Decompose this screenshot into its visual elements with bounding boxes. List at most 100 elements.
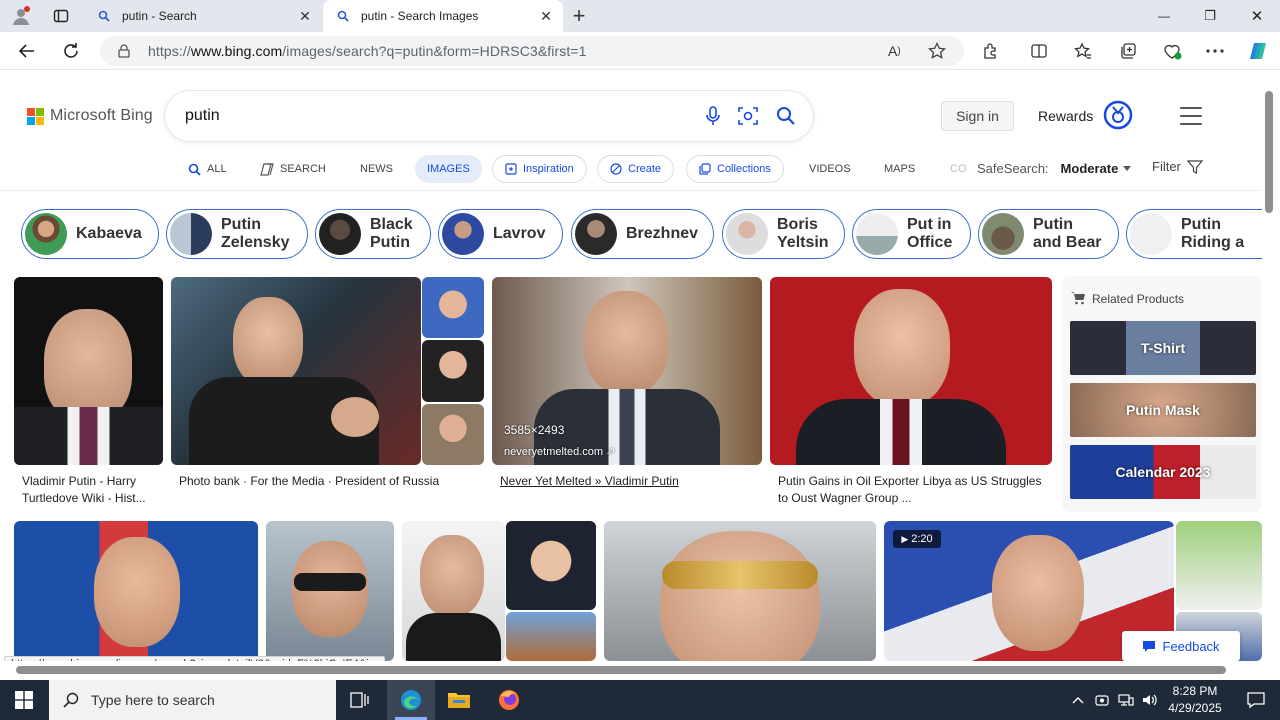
scope-more[interactable]: CO — [950, 155, 966, 183]
image-caption[interactable]: Photo bank · For the Media · President o… — [179, 473, 479, 490]
scope-maps[interactable]: MAPS — [884, 155, 915, 183]
taskbar-clock[interactable]: 8:28 PM 4/29/2025 — [1160, 683, 1230, 717]
image-result[interactable] — [422, 277, 484, 338]
vertical-scrollbar[interactable] — [1262, 71, 1280, 661]
tab-actions-icon[interactable] — [48, 4, 74, 28]
chip-black-putin[interactable]: Black Putin — [315, 209, 431, 259]
image-result[interactable] — [422, 340, 484, 402]
task-view-button[interactable] — [336, 680, 384, 720]
bing-logo[interactable]: Microsoft Bing — [27, 107, 153, 125]
collections-icon[interactable] — [1113, 37, 1143, 65]
scope-search[interactable]: SEARCH — [260, 155, 326, 183]
image-result[interactable] — [171, 277, 421, 465]
firefox-button[interactable] — [485, 680, 533, 720]
scope-all[interactable]: ALL — [188, 155, 227, 183]
image-result[interactable] — [266, 521, 394, 661]
copilot-icon[interactable] — [1243, 37, 1273, 65]
related-searches-carousel: Kabaeva Putin Zelensky Black Putin Lavro… — [0, 207, 1262, 259]
image-result[interactable] — [14, 521, 258, 661]
scope-news[interactable]: NEWS — [360, 155, 393, 183]
scope-label: VIDEOS — [809, 163, 851, 175]
chip-putin-and-bear[interactable]: Putin and Bear — [978, 209, 1119, 259]
chip-lavrov[interactable]: Lavrov — [438, 209, 563, 259]
image-result[interactable]: 3585×2493 neveryetmelted.com ⇗ — [492, 277, 762, 465]
split-screen-icon[interactable] — [1024, 37, 1054, 65]
menu-icon[interactable] — [1180, 107, 1202, 125]
browser-tab-bar: putin - Search ✕ putin - Search Images ✕… — [0, 0, 1280, 32]
microphone-icon[interactable] — [702, 105, 724, 127]
rewards-button[interactable]: Rewards — [1038, 100, 1133, 131]
scrollbar-thumb[interactable] — [1265, 91, 1273, 213]
settings-more-icon[interactable] — [1200, 37, 1230, 65]
chip-putin-riding[interactable]: Putin Riding a — [1126, 209, 1262, 259]
chip-putin-zelensky[interactable]: Putin Zelensky — [166, 209, 308, 259]
image-caption[interactable]: Putin Gains in Oil Exporter Libya as US … — [778, 473, 1048, 507]
image-result[interactable] — [506, 521, 596, 610]
refresh-button[interactable] — [56, 37, 86, 65]
lock-icon[interactable] — [118, 44, 132, 58]
edge-taskbar-button[interactable] — [387, 680, 435, 720]
chip-brezhnev[interactable]: Brezhnev — [571, 209, 714, 259]
scope-label: MAPS — [884, 163, 916, 175]
read-aloud-icon[interactable]: A) — [888, 43, 914, 59]
scrollbar-thumb[interactable] — [16, 666, 1226, 674]
extensions-icon[interactable] — [976, 37, 1006, 65]
tab-label: putin - Search — [122, 9, 197, 23]
url-text[interactable]: https://www.bing.com/images/search?q=put… — [148, 43, 888, 59]
collections-button[interactable]: Collections — [686, 155, 784, 183]
product-putin-mask[interactable]: Putin Mask — [1070, 383, 1256, 437]
image-caption[interactable]: Never Yet Melted » Vladimir Putin — [500, 473, 760, 490]
image-result[interactable] — [604, 521, 876, 661]
tab-putin-search-images[interactable]: putin - Search Images ✕ — [323, 0, 563, 32]
product-tshirt[interactable]: T-Shirt — [1070, 321, 1256, 375]
address-bar[interactable]: https://www.bing.com/images/search?q=put… — [100, 36, 964, 66]
chevron-up-icon[interactable] — [1066, 696, 1090, 704]
network-icon[interactable] — [1114, 693, 1138, 707]
filter-button[interactable]: Filter — [1152, 159, 1203, 174]
feedback-button[interactable]: Feedback — [1122, 631, 1240, 661]
create-button[interactable]: Create — [597, 155, 675, 183]
search-box[interactable]: putin — [165, 91, 813, 141]
edge-icon — [401, 690, 421, 710]
window-close-button[interactable]: ✕ — [1244, 4, 1270, 28]
close-tab-icon[interactable]: ✕ — [535, 5, 557, 27]
taskbar-search-box[interactable]: Type here to search — [49, 680, 336, 720]
scope-videos[interactable]: VIDEOS — [809, 155, 851, 183]
back-button[interactable] — [12, 37, 42, 65]
image-result[interactable] — [1176, 521, 1262, 610]
profile-icon[interactable] — [8, 4, 34, 28]
horizontal-scrollbar[interactable] — [0, 661, 1262, 680]
chip-boris-yeltsin[interactable]: Boris Yeltsin — [722, 209, 845, 259]
image-result[interactable] — [14, 277, 163, 465]
chip-kabaeva[interactable]: Kabaeva — [21, 209, 159, 259]
favorite-star-icon[interactable] — [928, 42, 948, 60]
tab-label: putin - Search Images — [361, 9, 479, 23]
search-input[interactable]: putin — [185, 107, 220, 125]
image-result[interactable] — [402, 521, 505, 661]
scope-images[interactable]: IMAGES — [415, 155, 482, 183]
browser-essentials-icon[interactable] — [1157, 37, 1187, 65]
notifications-button[interactable] — [1232, 680, 1280, 720]
visual-search-icon[interactable] — [737, 105, 759, 127]
search-icon[interactable] — [775, 105, 797, 127]
inspiration-button[interactable]: Inspiration — [492, 155, 587, 183]
product-calendar-2023[interactable]: Calendar 2023 — [1070, 445, 1256, 499]
file-explorer-button[interactable] — [435, 680, 483, 720]
close-tab-icon[interactable]: ✕ — [294, 5, 316, 27]
restore-button[interactable]: ❐ — [1197, 4, 1223, 28]
tab-putin-search[interactable]: putin - Search ✕ — [84, 0, 322, 32]
chip-put-in-office[interactable]: Put in Office — [852, 209, 971, 259]
image-source[interactable]: neveryetmelted.com ⇗ — [504, 445, 615, 458]
image-result[interactable] — [422, 404, 484, 465]
sign-in-button[interactable]: Sign in — [941, 101, 1014, 131]
favorites-icon[interactable] — [1068, 37, 1098, 65]
safesearch-dropdown[interactable]: SafeSearch: Moderate — [977, 161, 1132, 176]
image-result[interactable] — [770, 277, 1052, 465]
meet-now-icon[interactable] — [1090, 693, 1114, 707]
new-tab-button[interactable]: + — [566, 3, 592, 28]
image-result[interactable] — [506, 612, 596, 661]
minimize-button[interactable]: — — [1151, 4, 1177, 28]
start-button[interactable] — [0, 680, 48, 720]
image-caption[interactable]: Vladimir Putin - Harry Turtledove Wiki -… — [22, 473, 162, 507]
volume-icon[interactable] — [1138, 693, 1162, 707]
